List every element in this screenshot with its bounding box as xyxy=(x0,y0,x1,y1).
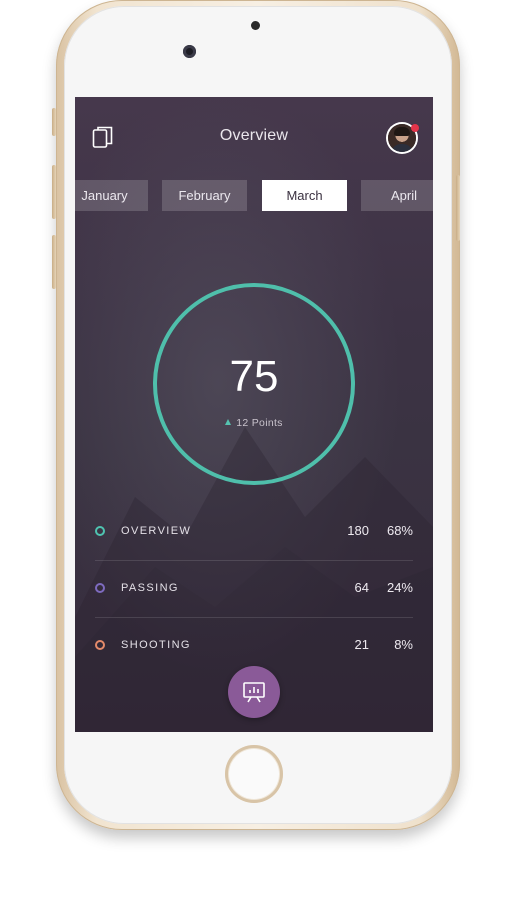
stat-value: 64 xyxy=(354,580,369,595)
stat-value: 21 xyxy=(354,637,369,652)
tab-march[interactable]: March xyxy=(262,180,347,211)
notification-badge xyxy=(411,124,419,132)
tab-february[interactable]: February xyxy=(162,180,247,211)
stat-percent: 8% xyxy=(394,637,413,652)
volume-down-button xyxy=(52,235,56,289)
volume-up-button xyxy=(52,165,56,219)
presentation-chart-icon xyxy=(243,682,265,703)
divider xyxy=(95,560,413,561)
stat-label: SHOOTING xyxy=(121,639,191,651)
stat-percent: 24% xyxy=(386,580,413,595)
tab-january[interactable]: January xyxy=(75,180,148,211)
shooting-dot-icon xyxy=(95,640,105,650)
tab-april[interactable]: April xyxy=(361,180,433,211)
proximity-sensor xyxy=(251,21,260,30)
stat-row-shooting[interactable]: SHOOTING 21 8% xyxy=(95,637,413,657)
presentation-button[interactable] xyxy=(228,666,280,718)
up-triangle-icon xyxy=(225,419,232,425)
points-change: 12 Points xyxy=(75,417,433,429)
overview-dot-icon xyxy=(95,526,105,536)
app-screen: Overview January February March April 75… xyxy=(75,97,433,732)
front-camera xyxy=(183,45,196,58)
mute-switch xyxy=(52,108,56,136)
divider xyxy=(95,617,413,618)
score-value: 75 xyxy=(229,352,279,401)
month-tabs: January February March April xyxy=(75,180,433,211)
stat-row-overview[interactable]: OVERVIEW 180 68% xyxy=(95,523,413,543)
stat-percent: 68% xyxy=(386,523,413,538)
power-button xyxy=(456,175,460,241)
points-label: 12 Points xyxy=(236,417,283,429)
stat-row-passing[interactable]: PASSING 64 24% xyxy=(95,580,413,600)
passing-dot-icon xyxy=(95,583,105,593)
stat-label: PASSING xyxy=(121,582,179,594)
stat-value: 180 xyxy=(347,523,369,538)
page-title: Overview xyxy=(219,127,289,144)
stat-label: OVERVIEW xyxy=(121,525,192,537)
home-button[interactable] xyxy=(225,745,283,803)
